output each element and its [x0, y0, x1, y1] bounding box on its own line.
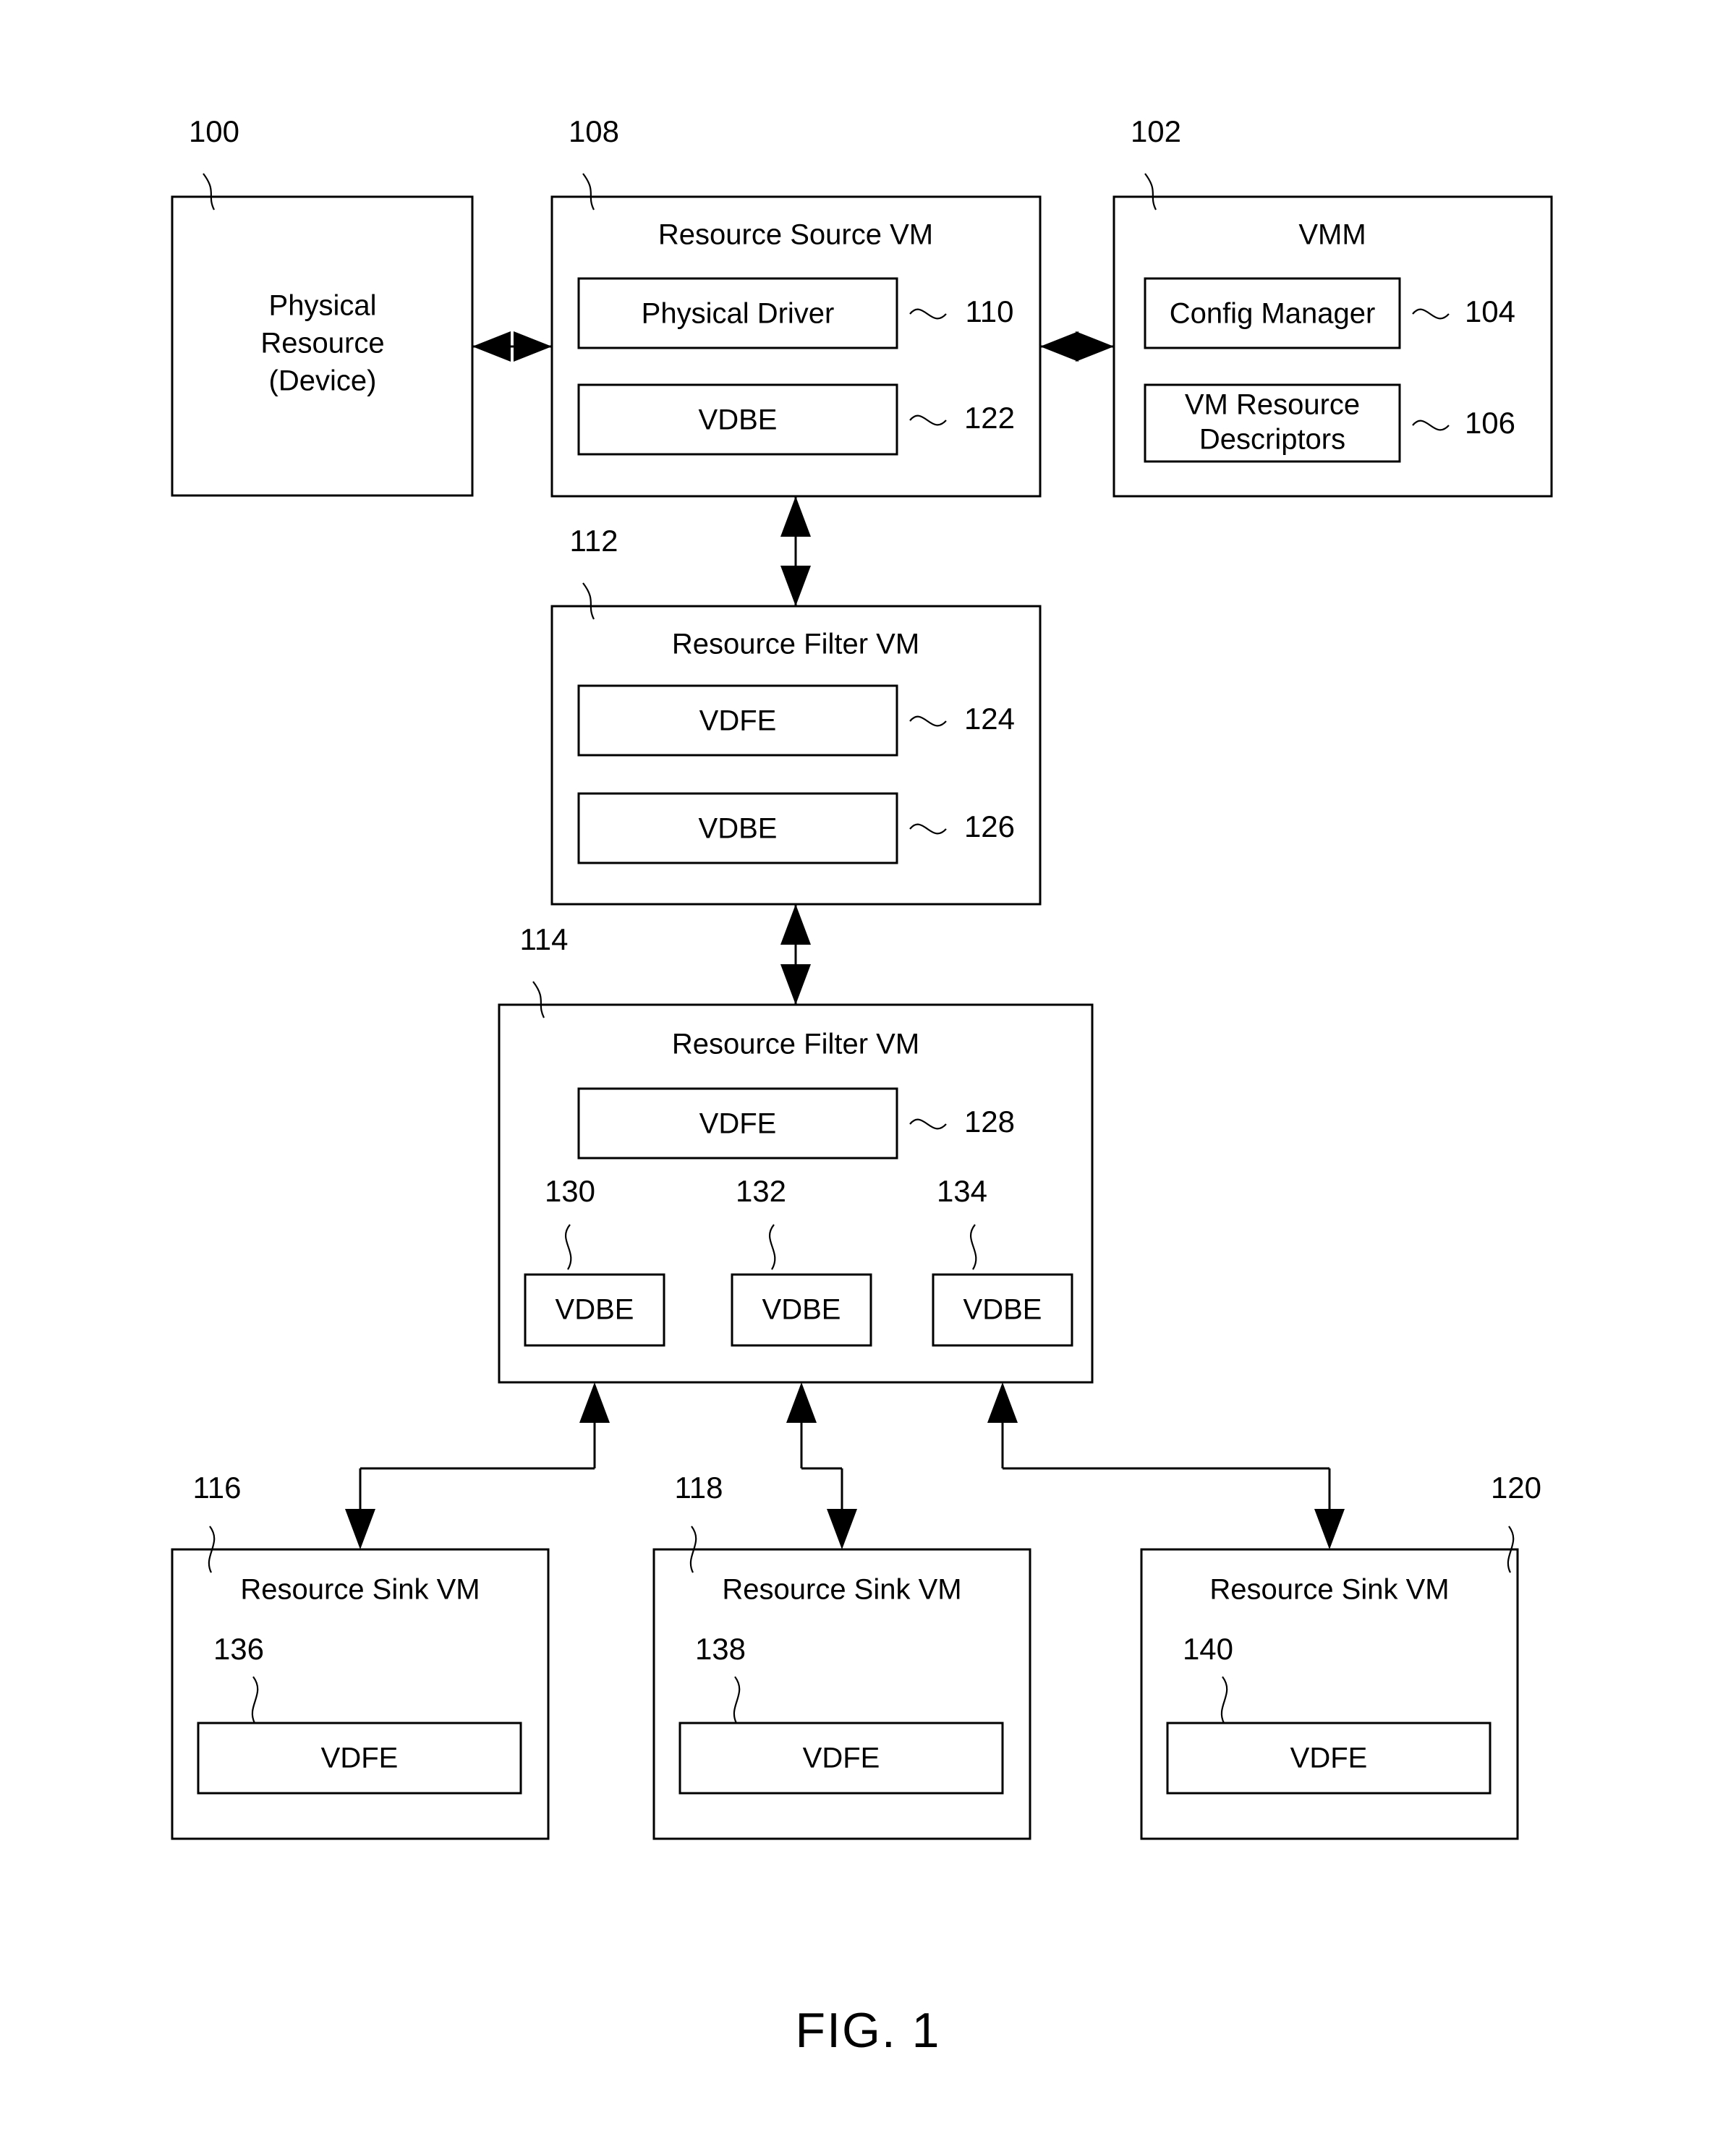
physical-driver-label: Physical Driver [642, 298, 835, 330]
ref-120: 120 [1491, 1471, 1541, 1505]
ref-102: 102 [1131, 114, 1181, 148]
resource-sink-vm-title-1: Resource Sink VM [240, 1574, 480, 1606]
physical-resource-label-line2: Resource [260, 328, 384, 360]
config-manager-label: Config Manager [1170, 298, 1376, 330]
resource-filter-vm-2-title: Resource Filter VM [672, 1029, 919, 1060]
connector-filter-vm-1-to-filter-vm-2 [780, 904, 811, 1005]
ref-124: 124 [964, 702, 1015, 736]
ref-106: 106 [1465, 406, 1515, 440]
ref-108: 108 [569, 114, 619, 148]
ref-104: 104 [1465, 294, 1515, 328]
physical-resource-label-line3: (Device) [269, 365, 377, 397]
ref-132: 132 [736, 1174, 786, 1208]
ref-128: 128 [964, 1105, 1015, 1139]
vmm-title: VMM [1298, 219, 1366, 251]
ref-126: 126 [964, 809, 1015, 843]
source-vdbe-label: VDBE [699, 404, 778, 436]
connector-filter-vm-2-to-sink-vm-2 [786, 1382, 857, 1549]
ref-112: 112 [570, 524, 618, 558]
physical-resource-label-line1: Physical [269, 290, 377, 322]
connector-source-vm-to-filter-vm-1 [780, 496, 811, 606]
filter2-vdbe-label-3: VDBE [963, 1294, 1042, 1326]
ref-138: 138 [695, 1632, 746, 1666]
ref-118: 118 [675, 1471, 723, 1505]
filter2-vdbe-label-2: VDBE [762, 1294, 841, 1326]
connector-physical-resource-to-source-vm [472, 331, 552, 362]
sink-vdfe-label-1: VDFE [321, 1743, 399, 1774]
ref-114: 114 [520, 922, 569, 956]
sink-vdfe-label-3: VDFE [1290, 1743, 1368, 1774]
connector-filter-vm-2-to-sink-vm-3 [987, 1382, 1345, 1549]
filter2-vdbe-label-1: VDBE [556, 1294, 634, 1326]
connector-filter-vm-2-to-sink-vm-1 [345, 1382, 610, 1549]
ref-130: 130 [545, 1174, 595, 1208]
figure-1-diagram: Physical Resource (Device) 100 Resource … [171, 114, 1553, 2058]
ref-110: 110 [966, 294, 1014, 328]
filter1-vdbe-label: VDBE [699, 813, 778, 845]
vm-resource-descriptors-label-line1: VM Resource [1185, 389, 1360, 421]
sink-vdfe-label-2: VDFE [803, 1743, 880, 1774]
resource-sink-vm-title-2: Resource Sink VM [722, 1574, 961, 1606]
ref-136: 136 [213, 1632, 264, 1666]
ref-134: 134 [937, 1174, 987, 1208]
resource-source-vm-title: Resource Source VM [658, 219, 933, 251]
patent-figure-canvas: Physical Resource (Device) 100 Resource … [0, 0, 1736, 2144]
ref-116: 116 [193, 1471, 242, 1505]
resource-filter-vm-1-title: Resource Filter VM [672, 629, 919, 660]
resource-sink-vm-title-3: Resource Sink VM [1209, 1574, 1449, 1606]
filter2-vdfe-label: VDFE [699, 1108, 777, 1140]
vm-resource-descriptors-label-line2: Descriptors [1199, 424, 1345, 456]
figure-caption: FIG. 1 [796, 2003, 941, 2058]
ref-140: 140 [1183, 1632, 1233, 1666]
filter1-vdfe-label: VDFE [699, 705, 777, 737]
connector-source-vm-to-vmm [1040, 331, 1114, 362]
ref-100: 100 [189, 114, 239, 148]
ref-122: 122 [964, 401, 1015, 435]
